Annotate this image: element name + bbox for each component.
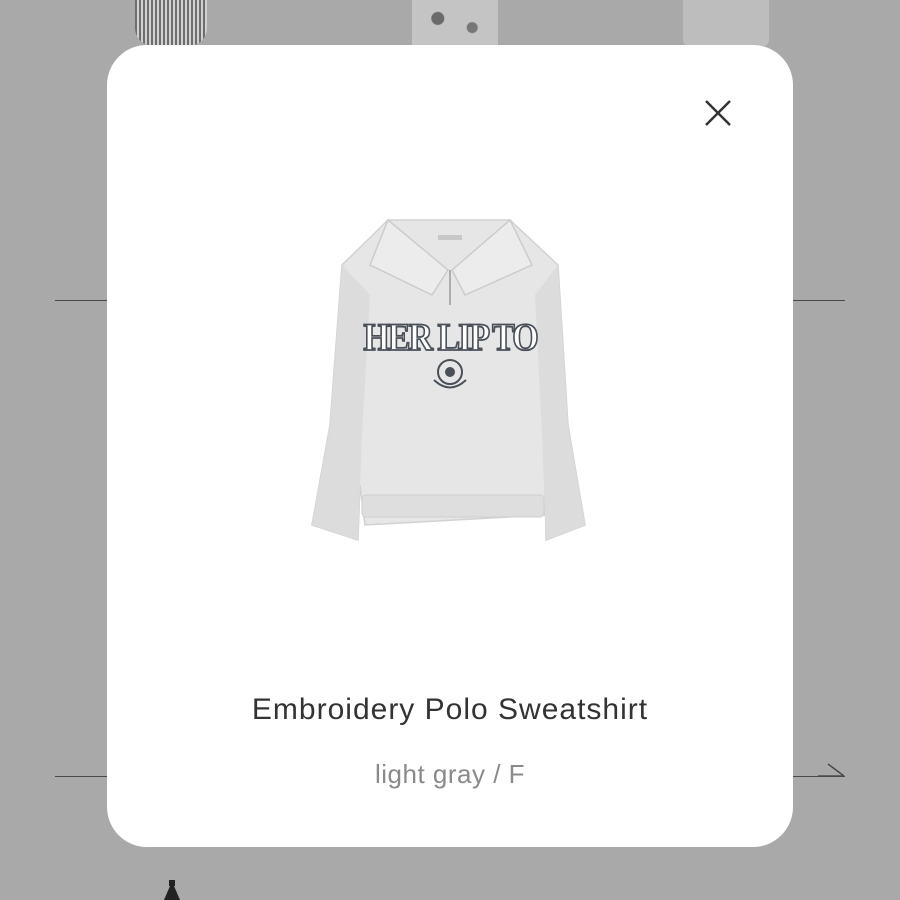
background-product-thumbnail — [164, 880, 180, 900]
background-divider — [790, 300, 845, 301]
product-name: Embroidery Polo Sweatshirt — [251, 693, 649, 726]
sweatshirt-image: HER LIP TO — [311, 218, 586, 542]
sweatshirt-print: HER LIP TO — [363, 315, 537, 359]
arrow-right-icon — [818, 763, 845, 777]
background-product-thumbnail — [135, 0, 207, 46]
close-icon[interactable] — [700, 95, 736, 131]
background-product-thumbnail — [683, 0, 769, 46]
background-divider — [55, 300, 115, 301]
background-product-thumbnail — [412, 0, 498, 46]
background-divider — [55, 776, 115, 777]
product-variant: light gray / F — [374, 759, 526, 789]
